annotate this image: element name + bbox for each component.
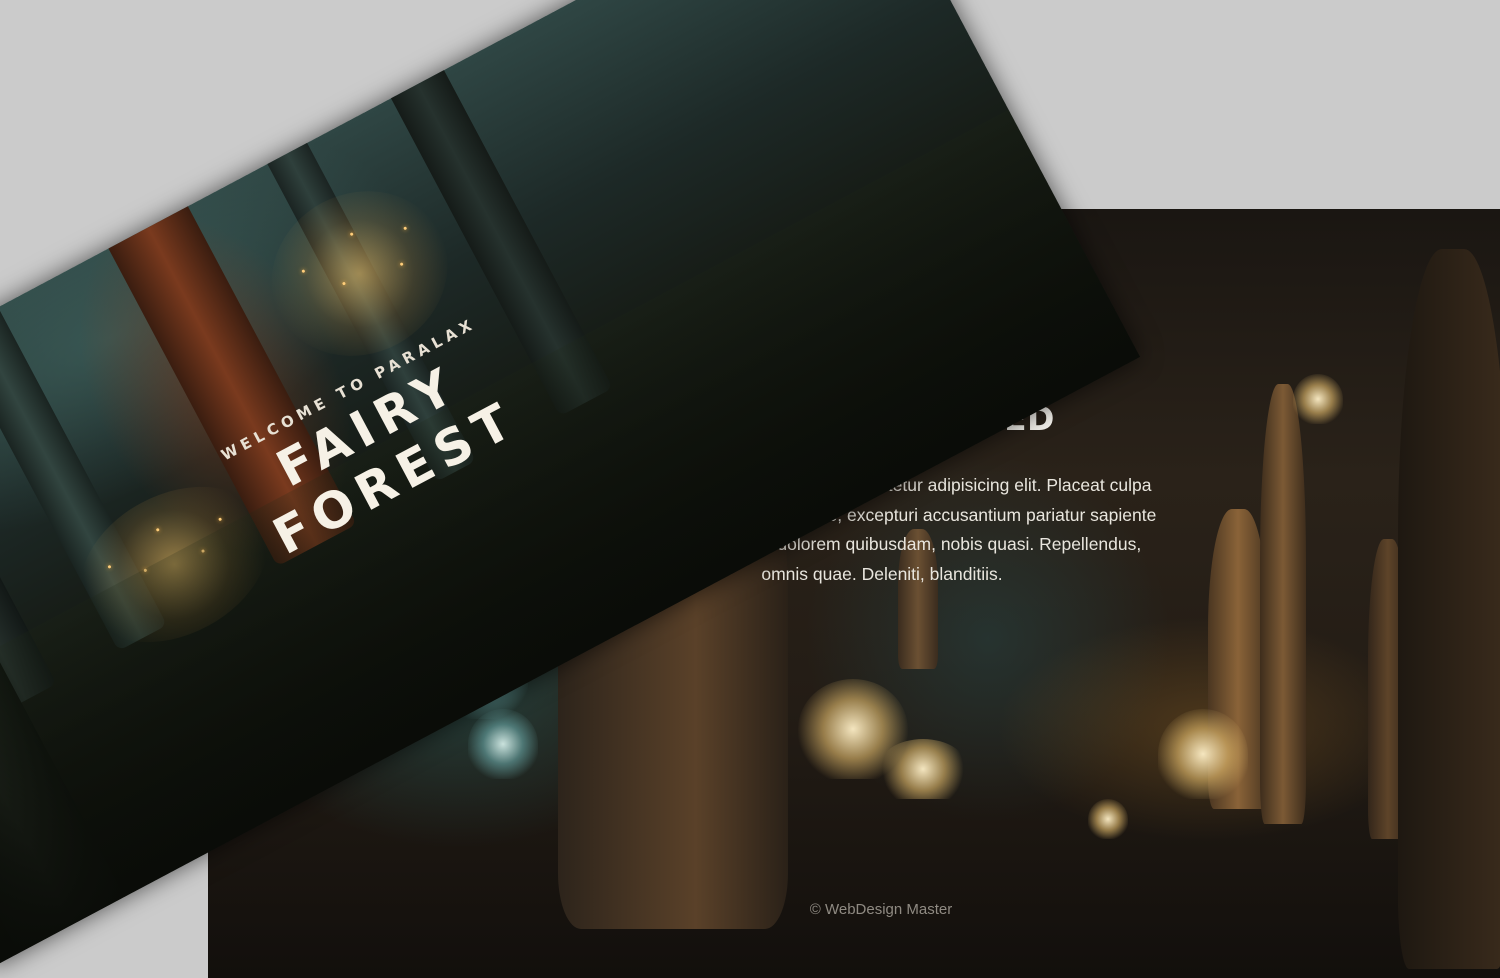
- screenshot-stage: TO BE CONTINUED Lorem ipsum dolor, sit a…: [0, 0, 1500, 978]
- glowing-mushrooms-left-low: [468, 709, 538, 779]
- glowing-mushrooms-lower-right: [1088, 799, 1128, 839]
- cave-wall-right: [1398, 249, 1500, 969]
- stalagmite-right-tall: [1260, 384, 1306, 824]
- footer-copyright: © WebDesign Master: [809, 901, 953, 918]
- glowing-mushrooms-center-right: [878, 739, 968, 799]
- glowing-mushrooms-right: [1158, 709, 1248, 799]
